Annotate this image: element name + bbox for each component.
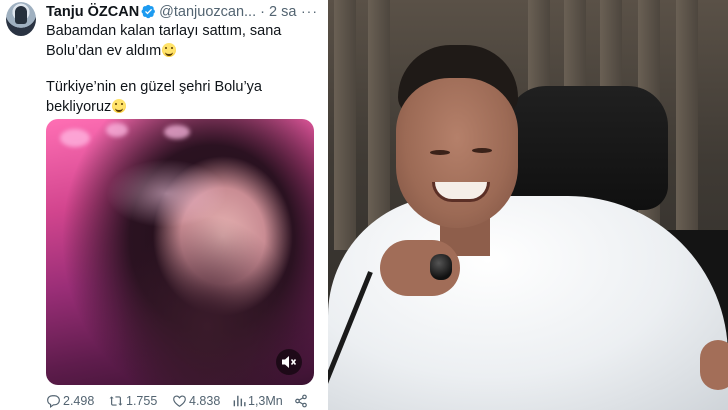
retweet-count: 1.755	[126, 394, 158, 408]
laughing-face	[396, 78, 518, 228]
share-icon	[295, 394, 307, 408]
reply-count: 2.498	[63, 394, 95, 408]
grinning-face-emoji-icon	[162, 43, 177, 57]
tweet-timestamp[interactable]: 2 sa	[269, 4, 296, 20]
like-button[interactable]: 4.838	[172, 393, 220, 410]
white-shirt	[328, 196, 728, 410]
author-avatar[interactable]	[6, 2, 36, 36]
reply-button[interactable]: 2.498	[46, 393, 94, 410]
share-button[interactable]	[294, 393, 310, 410]
tweet-actions: 2.498 1.755 4.838 1,3Mn	[46, 393, 316, 410]
like-count: 4.838	[189, 394, 221, 408]
speaker-muted-icon	[282, 356, 297, 368]
tweet-text-line-2-content: Bolu’dan ev aldım	[46, 43, 162, 59]
separator-dot: ·	[260, 4, 265, 20]
heart-icon	[173, 395, 186, 407]
tweet-text-line-1: Babamdan kalan tarlayı sattım, sana	[46, 23, 282, 39]
author-name[interactable]: Tanju ÖZCAN	[46, 4, 139, 20]
mute-button[interactable]	[276, 349, 302, 375]
smiling-face-emoji-icon	[112, 99, 127, 113]
more-options-icon[interactable]: ···	[301, 3, 318, 19]
verified-badge-icon	[141, 4, 156, 19]
microphone-icon	[430, 254, 452, 280]
tweet-text-line-4: bekliyoruz	[46, 97, 316, 117]
views-button[interactable]: 1,3Mn	[232, 393, 283, 410]
reply-icon	[47, 395, 60, 408]
tweet-video[interactable]	[46, 119, 314, 385]
tweet-text-line-4-content: bekliyoruz	[46, 99, 112, 115]
retweet-icon	[109, 396, 123, 406]
retweet-button[interactable]: 1.755	[108, 393, 157, 410]
tweet-header: Tanju ÖZCAN @tanjuozcan... · 2 sa	[46, 3, 321, 21]
tweet-text-line-2: Bolu’dan ev aldım	[46, 41, 316, 61]
tweet-text-line-3: Türkiye’nin en güzel şehri Bolu’ya	[46, 79, 262, 95]
views-chart-icon	[233, 395, 246, 407]
author-handle[interactable]: @tanjuozcan...	[159, 4, 256, 20]
views-count: 1,3Mn	[248, 394, 283, 408]
chair-back	[506, 86, 668, 210]
photo-man-laughing-at-microphone	[328, 0, 728, 410]
tweet-card: Tanju ÖZCAN @tanjuozcan... · 2 sa Babamda…	[0, 0, 326, 410]
